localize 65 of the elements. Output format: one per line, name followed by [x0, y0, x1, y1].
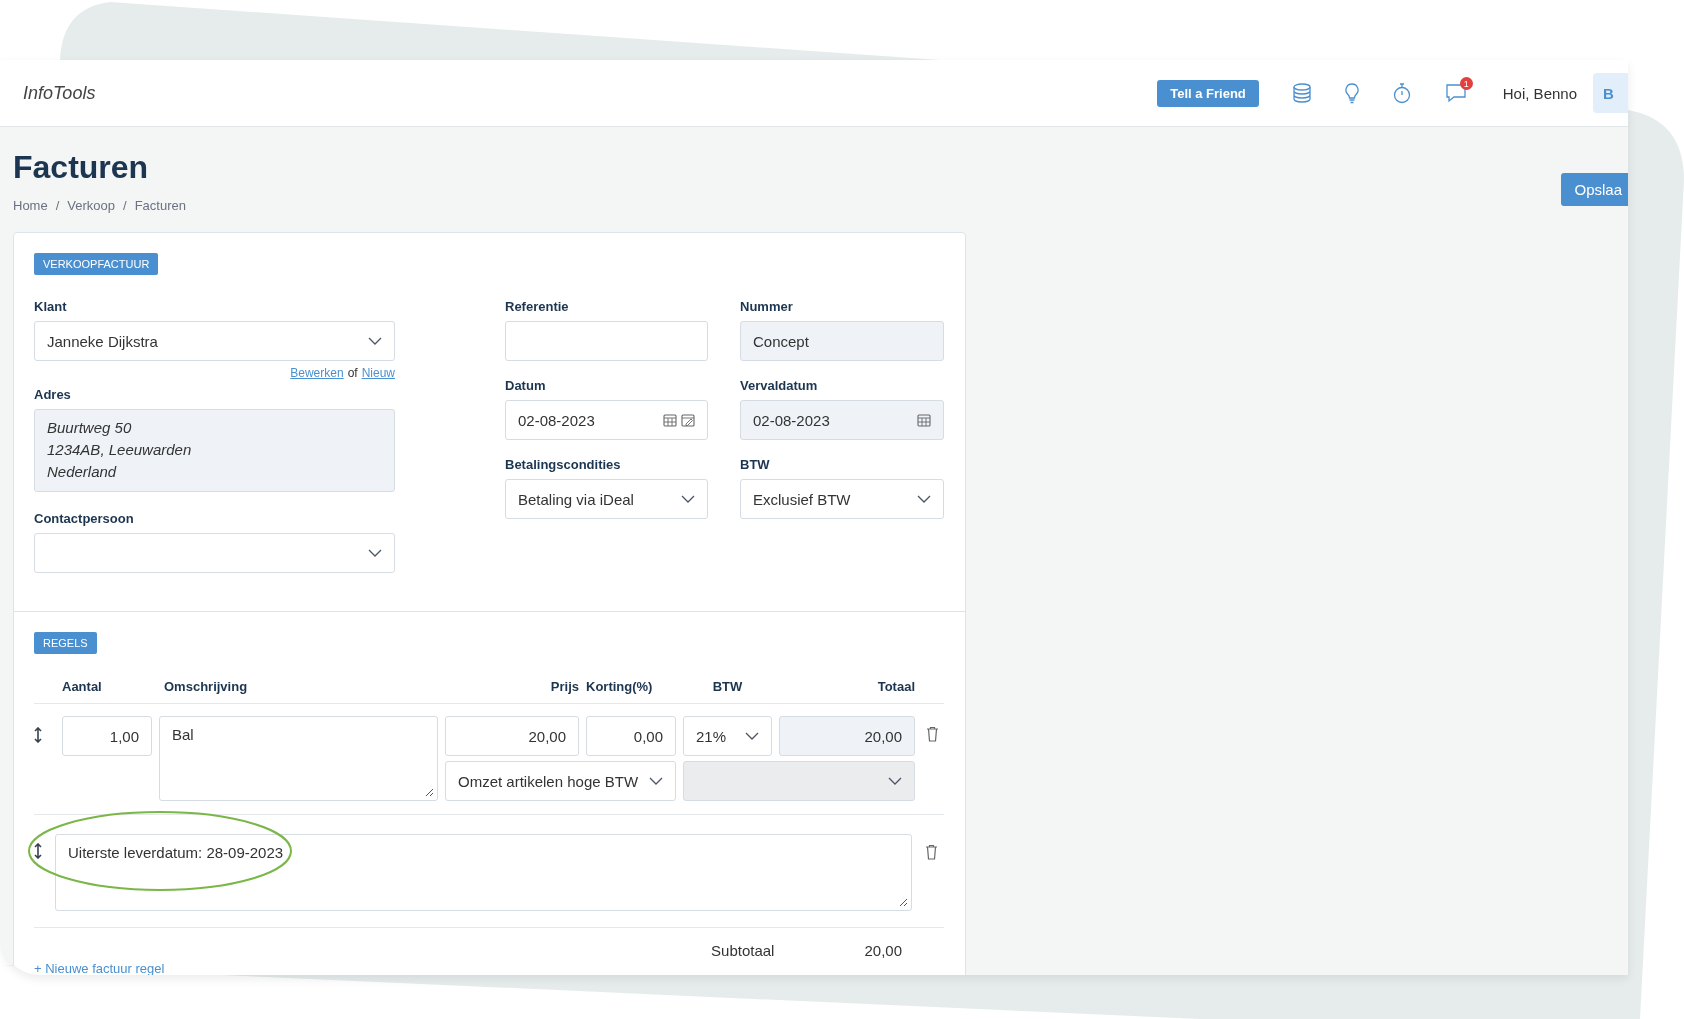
link-joiner: of — [347, 366, 358, 380]
field-label: Referentie — [505, 299, 570, 314]
dropdown[interactable]: Exclusief BTW — [740, 479, 944, 519]
field-label: Contactpersoon — [34, 511, 135, 526]
new-link[interactable]: Nieuw — [361, 366, 395, 380]
dropdown[interactable]: Omzet artikelen hoge BTW — [445, 761, 676, 801]
field-label: Klant — [34, 299, 68, 314]
calendar-icon — [663, 413, 677, 427]
field-label: Adres — [34, 387, 72, 402]
resize-grip-icon[interactable] — [899, 898, 908, 907]
calendar-icon — [917, 413, 931, 427]
chevron-down-icon — [888, 777, 902, 785]
chat-icon[interactable] — [1444, 83, 1467, 103]
chevron-down-icon — [649, 777, 663, 785]
column-header: Omschrijving — [163, 679, 249, 694]
subtotal-value: 20,00 — [864, 942, 902, 959]
field-label: Nummer — [740, 299, 794, 314]
subtotal-label: Subtotaal — [711, 942, 775, 959]
date-field[interactable]: 02-08-2023 — [505, 400, 708, 440]
dropdown[interactable]: Betaling via iDeal — [505, 479, 708, 519]
note-field[interactable]: Uiterste leverdatum: 28-09-2023 — [55, 834, 912, 911]
field-label: Vervaldatum — [740, 378, 819, 393]
breadcrumb-link[interactable]: Facturen — [134, 198, 186, 213]
breadcrumb-link[interactable]: Verkoop — [67, 198, 115, 213]
quantity-field[interactable]: 1,00 — [62, 716, 152, 756]
chevron-down-icon — [368, 549, 382, 557]
chevron-down-icon — [917, 495, 931, 503]
trash-icon[interactable] — [926, 726, 939, 742]
field-label: BTW — [740, 457, 771, 472]
section-tag: REGELS — [34, 632, 97, 654]
column-header: Korting(%) — [586, 679, 654, 694]
calendar-edit-icon — [681, 413, 695, 427]
edit-link[interactable]: Bewerken — [290, 366, 344, 380]
price-field[interactable]: 20,00 — [445, 716, 579, 756]
breadcrumb-link[interactable]: Home — [13, 198, 48, 213]
chevron-down-icon — [745, 732, 759, 740]
field-label: Betalingscondities — [505, 457, 622, 472]
column-header: BTW — [711, 679, 744, 694]
add-line-link[interactable]: + Nieuwe factuur regel — [34, 961, 165, 975]
field-label: Datum — [505, 378, 547, 393]
app-logo[interactable]: InfoTools — [23, 82, 96, 104]
lightbulb-icon[interactable] — [1344, 82, 1359, 104]
breadcrumb-separator: / — [123, 198, 127, 213]
input-field[interactable] — [505, 321, 708, 361]
trash-icon[interactable] — [925, 844, 938, 860]
drag-handle-icon[interactable] — [34, 843, 42, 859]
chevron-down-icon — [368, 337, 382, 345]
stopwatch-icon[interactable] — [1392, 82, 1411, 104]
dropdown[interactable]: Janneke Dijkstra — [34, 321, 395, 361]
dropdown[interactable]: 21% — [683, 716, 772, 756]
discount-field[interactable]: 0,00 — [586, 716, 676, 756]
greeting: Hoi, Benno — [1502, 84, 1577, 102]
chevron-down-icon — [681, 495, 695, 503]
notification-badge: 1 — [1459, 77, 1473, 90]
column-header: Aantal — [62, 679, 103, 694]
breadcrumb-separator: / — [55, 198, 60, 213]
resize-grip-icon[interactable] — [425, 788, 434, 797]
database-icon[interactable] — [1292, 83, 1311, 103]
description-field[interactable]: Bal — [159, 716, 438, 801]
column-header: Prijs — [549, 679, 579, 694]
section-tag: VERKOOPFACTUUR — [34, 253, 159, 275]
column-header: Totaal — [876, 679, 915, 694]
page-title: Facturen — [13, 149, 150, 186]
drag-handle-icon[interactable] — [34, 727, 42, 743]
total-field[interactable]: 20,00 — [779, 716, 915, 756]
